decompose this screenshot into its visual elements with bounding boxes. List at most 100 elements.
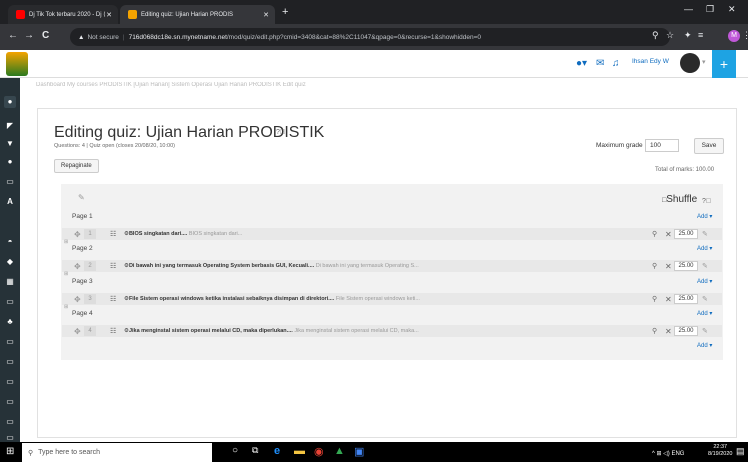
add-menu-link[interactable]: Add ▾	[697, 213, 712, 220]
move-icon[interactable]: ✥	[74, 327, 81, 336]
url-input[interactable]: ▲ Not secure | 716d068dc18e.sn.mynetname…	[70, 28, 670, 46]
question-text-link[interactable]: ⚙Di bawah ini yang termasuk Operating Sy…	[124, 263, 564, 269]
tab-youtube[interactable]: Dj Tik Tok terbaru 2020 - Dj ⟨ ✕	[8, 5, 118, 24]
chrome-icon[interactable]: ◉	[314, 445, 324, 458]
max-grade-input[interactable]: 100	[645, 139, 679, 152]
folder-icon[interactable]: ▭	[4, 376, 16, 388]
edit-mark-icon[interactable]: ✎	[702, 230, 708, 238]
page-break-icon[interactable]: ⊞	[64, 239, 68, 245]
move-icon[interactable]: ✥	[74, 295, 81, 304]
notifications-icon[interactable]: ▤	[736, 446, 745, 457]
delete-icon[interactable]: ✕	[665, 327, 672, 336]
add-label: Add	[697, 279, 708, 285]
add-menu-link[interactable]: Add ▾	[697, 278, 712, 285]
preview-icon[interactable]: ⚲	[652, 230, 657, 238]
add-block-button[interactable]: +	[712, 50, 736, 78]
question-text-link[interactable]: ⚙Jika menginstal sistem operasi melalui …	[124, 328, 564, 334]
help-icon[interactable]: ?⃝	[702, 198, 711, 205]
question-row: ✥ 2 ☷ ⚙Di bawah ini yang termasuk Operat…	[62, 260, 722, 272]
delete-icon[interactable]: ✕	[665, 295, 672, 304]
cortana-icon[interactable]: ○	[232, 445, 238, 456]
folder-icon[interactable]: ▭	[4, 416, 16, 428]
calendar-icon[interactable]: ▦	[4, 276, 16, 288]
profile-avatar[interactable]: M	[728, 30, 740, 42]
shuffle-label: Shuffle	[666, 194, 698, 205]
user-avatar[interactable]	[680, 53, 700, 73]
maximize-button[interactable]: ❐	[706, 4, 714, 15]
add-menu-link[interactable]: Add ▾	[697, 245, 712, 252]
app-icon[interactable]: ▣	[354, 445, 364, 458]
minimize-button[interactable]: —	[684, 4, 693, 14]
reload-button[interactable]: C	[42, 30, 49, 41]
page-break-icon[interactable]: ⊞	[64, 304, 68, 310]
edit-mark-icon[interactable]: ✎	[702, 295, 708, 303]
breadcrumb[interactable]: Dashboard My courses PRODISTIK [Ujian Ha…	[36, 82, 576, 92]
clock-time: 22:37	[713, 444, 728, 450]
move-icon[interactable]: ✥	[74, 230, 81, 239]
help-icon[interactable]: ?⃝	[276, 129, 285, 136]
globe-icon[interactable]: ◆	[4, 256, 16, 268]
close-tab-icon[interactable]: ✕	[263, 11, 269, 19]
new-tab-button[interactable]: +	[282, 6, 288, 18]
page-label: Page 3	[72, 278, 93, 285]
question-text-link[interactable]: ⚙File Sistem operasi windows ketika inst…	[124, 296, 564, 302]
zoom-icon[interactable]: ⚲	[652, 30, 659, 41]
notifications-bell-icon[interactable]: ♫	[612, 58, 620, 69]
edit-mark-icon[interactable]: ✎	[702, 327, 708, 335]
drive-icon[interactable]: ▲	[334, 445, 345, 457]
preview-icon[interactable]: ⚲	[652, 262, 657, 270]
preview-icon[interactable]: ⚲	[652, 327, 657, 335]
page-break-icon[interactable]: ⊞	[64, 271, 68, 277]
shuffle-checkbox[interactable]: □Shuffle	[662, 194, 697, 205]
file-explorer-icon[interactable]: ▬	[294, 445, 305, 457]
font-icon[interactable]: A	[4, 196, 16, 208]
chevron-down-icon[interactable]: ▾	[702, 58, 706, 66]
save-button[interactable]: Save	[694, 138, 724, 154]
folder-icon[interactable]: ▭	[4, 336, 16, 348]
folder-icon[interactable]: ▭	[4, 396, 16, 408]
menu-dots-icon[interactable]: ⋮	[742, 30, 748, 41]
delete-icon[interactable]: ✕	[665, 230, 672, 239]
extension-icon[interactable]: ✦	[684, 30, 692, 41]
move-icon[interactable]: ✥	[74, 262, 81, 271]
user-menu-name[interactable]: Ihsan Edy W	[632, 58, 669, 65]
add-menu-link[interactable]: Add ▾	[697, 342, 712, 349]
clock-date: 8/19/2020	[708, 451, 733, 457]
folder-icon[interactable]: ▭	[4, 296, 16, 308]
folder-icon[interactable]: ▭	[4, 176, 16, 188]
system-tray[interactable]: ^ ⊞ ◁) ENG	[652, 450, 684, 457]
edit-mark-icon[interactable]: ✎	[702, 262, 708, 270]
media-queue-icon[interactable]: ≡	[698, 30, 703, 40]
question-text-link[interactable]: ⚙BIOS singkatan dari.... BIOS singkatan …	[124, 231, 564, 237]
folder-icon[interactable]: ▭	[4, 356, 16, 368]
bookmark-star-icon[interactable]: ☆	[666, 30, 674, 41]
tab-editing-quiz[interactable]: Editing quiz: Ujian Harian PRODIS ✕	[120, 5, 275, 24]
clock[interactable]: 22:37 8/19/2020	[708, 444, 732, 458]
close-tab-icon[interactable]: ✕	[106, 11, 112, 19]
question-preview: BIOS singkatan dari...	[188, 231, 243, 237]
tachometer-icon[interactable]: ◤	[4, 120, 16, 132]
repaginate-button[interactable]: Repaginate	[54, 159, 99, 173]
tachometer-icon[interactable]: ◓	[4, 236, 16, 248]
task-view-icon[interactable]: ⧉	[252, 445, 258, 456]
nav-drawer-toggle-icon[interactable]: ●	[4, 96, 16, 108]
edit-section-heading-icon[interactable]: ✎	[78, 193, 85, 202]
edge-icon[interactable]: e	[274, 445, 280, 457]
sitemap-icon[interactable]: ♣	[4, 316, 16, 328]
close-window-button[interactable]: ✕	[728, 4, 736, 15]
preview-icon[interactable]: ⚲	[652, 295, 657, 303]
add-menu-link[interactable]: Add ▾	[697, 310, 712, 317]
question-number: 1	[84, 229, 96, 239]
graduation-cap-icon[interactable]: ▼	[4, 138, 16, 150]
windows-start-icon[interactable]: ⊞	[6, 446, 14, 457]
circle-icon[interactable]: ●	[4, 156, 16, 168]
site-logo[interactable]	[6, 52, 28, 76]
globe-icon[interactable]: ●▾	[576, 58, 587, 69]
forward-button[interactable]: →	[24, 30, 34, 41]
delete-icon[interactable]: ✕	[665, 262, 672, 271]
messages-icon[interactable]: ✉	[596, 58, 604, 69]
back-button[interactable]: ←	[8, 30, 18, 41]
add-label: Add	[697, 214, 708, 220]
quiz-info: Questions: 4 | Quiz open (closes 20/08/2…	[54, 143, 175, 149]
taskbar-search-input[interactable]: ⚲ Type here to search	[22, 443, 212, 462]
